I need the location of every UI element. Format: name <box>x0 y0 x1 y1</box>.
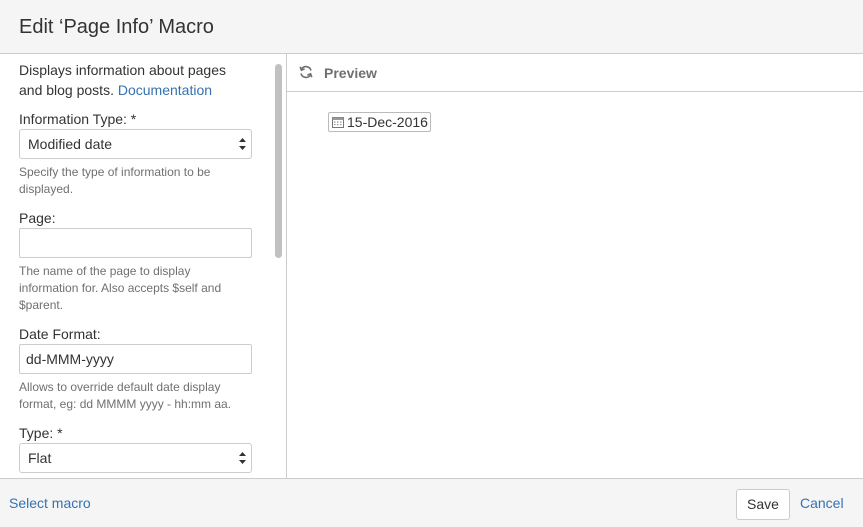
preview-panel: Preview 15-Dec-2016 <box>287 54 863 478</box>
preview-header: Preview <box>287 54 863 92</box>
calendar-icon <box>332 117 344 128</box>
macro-parameters-panel[interactable]: Displays information about pages and blo… <box>0 54 287 478</box>
page-input[interactable] <box>19 228 252 258</box>
type-label: Type: * <box>19 425 63 441</box>
preview-title: Preview <box>324 65 377 81</box>
dialog-header: Edit ‘Page Info’ Macro <box>0 0 863 54</box>
cancel-link[interactable]: Cancel <box>800 495 844 511</box>
macro-description: Displays information about pages and blo… <box>19 60 252 100</box>
preview-date-value: 15-Dec-2016 <box>347 114 428 130</box>
parameters-scrollbar-thumb[interactable] <box>275 64 282 258</box>
type-value: Flat <box>28 450 52 466</box>
select-arrows-icon <box>239 452 246 464</box>
refresh-icon[interactable] <box>298 64 314 80</box>
date-format-value: dd-MMM-yyyy <box>26 351 114 367</box>
dialog-title: Edit ‘Page Info’ Macro <box>19 16 214 38</box>
information-type-label: Information Type: * <box>19 111 137 127</box>
page-hint: The name of the page to display informat… <box>19 264 222 312</box>
dialog-footer: Select macro Save Cancel <box>0 478 863 527</box>
date-format-label: Date Format: <box>19 326 101 342</box>
information-type-hint: Specify the type of information to be di… <box>19 165 211 196</box>
select-arrows-icon <box>239 138 246 150</box>
save-button[interactable]: Save <box>736 489 790 520</box>
select-macro-link[interactable]: Select macro <box>9 495 91 511</box>
page-label: Page: <box>19 210 56 226</box>
information-type-select[interactable]: Modified date <box>19 129 252 159</box>
type-select[interactable]: Flat <box>19 443 252 473</box>
page-info-date-lozenge: 15-Dec-2016 <box>328 112 431 132</box>
information-type-value: Modified date <box>28 136 113 152</box>
macro-dialog: Edit ‘Page Info’ Macro Displays informat… <box>0 0 863 527</box>
date-format-input[interactable]: dd-MMM-yyyy <box>19 344 252 374</box>
documentation-link[interactable]: Documentation <box>118 82 212 98</box>
date-format-hint: Allows to override default date display … <box>19 380 232 411</box>
